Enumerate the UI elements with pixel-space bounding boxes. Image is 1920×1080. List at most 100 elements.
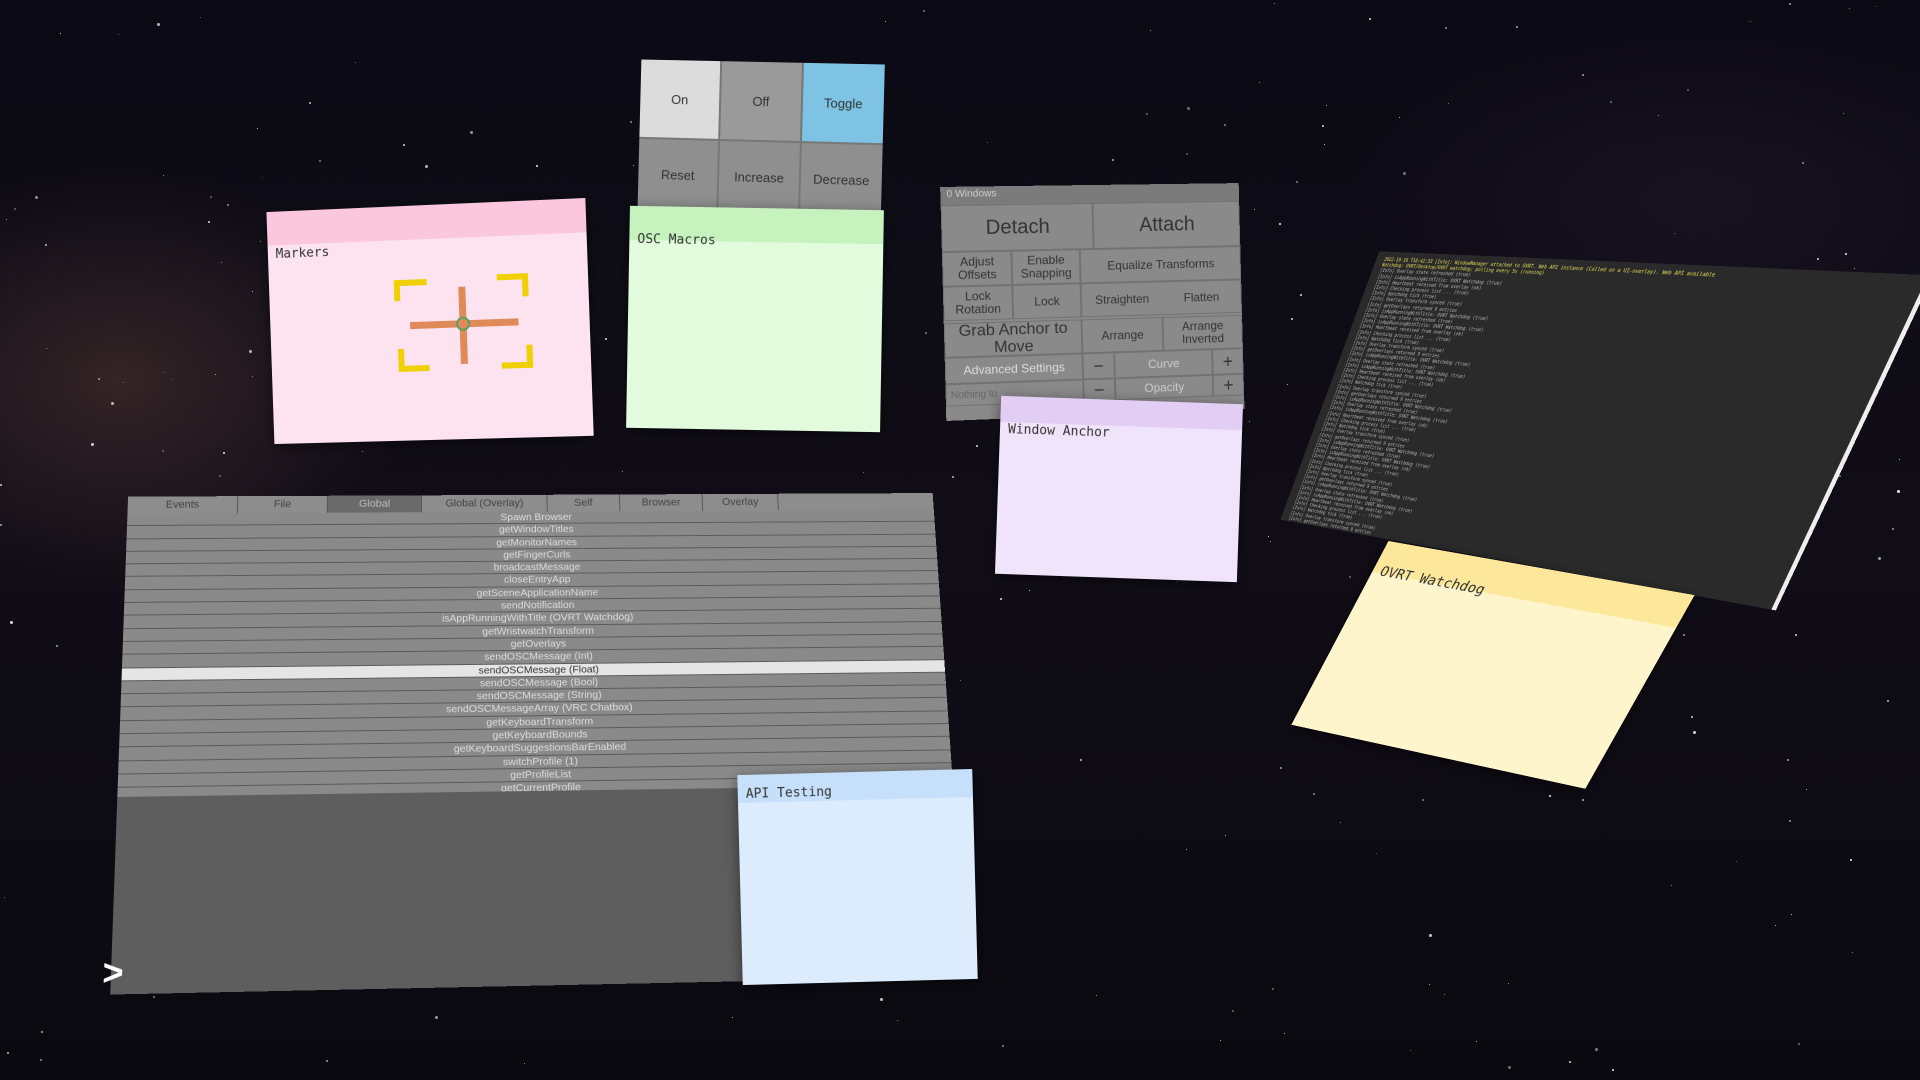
star (0, 523, 3, 526)
star (1687, 89, 1690, 92)
star (1284, 1032, 1286, 1034)
toggle-button[interactable]: Toggle (801, 62, 885, 144)
star (1657, 115, 1659, 117)
star (1429, 983, 1431, 985)
tab-events[interactable]: Events (127, 496, 239, 514)
on-button[interactable]: On (639, 59, 721, 139)
star (1788, 820, 1791, 823)
markers-note[interactable]: Markers (266, 197, 594, 445)
star (1403, 172, 1407, 176)
star (227, 204, 230, 207)
increase-button[interactable]: Increase (718, 140, 800, 214)
star (884, 21, 886, 23)
window-anchor-note[interactable]: Window Anchor (994, 395, 1244, 583)
star (209, 196, 212, 199)
star (1794, 633, 1797, 636)
star (1507, 983, 1509, 985)
star (1186, 153, 1189, 156)
star (56, 645, 59, 648)
star (117, 33, 119, 35)
star (309, 101, 312, 104)
tab-global-overlay[interactable]: Global (Overlay) (421, 494, 548, 513)
off-button[interactable]: Off (720, 61, 802, 142)
star (34, 196, 38, 200)
flatten-button[interactable]: Flatten (1162, 288, 1241, 307)
decrease-button[interactable]: Decrease (800, 143, 883, 216)
star (1507, 1065, 1511, 1069)
star (13, 208, 16, 211)
star (156, 22, 160, 26)
star (1270, 540, 1271, 542)
straighten-button[interactable]: Straighten (1082, 290, 1162, 309)
star (1028, 589, 1030, 591)
star (1892, 527, 1895, 530)
star (1112, 159, 1115, 162)
star (1369, 17, 1372, 20)
star (622, 471, 624, 473)
detach-button[interactable]: Detach (940, 203, 1094, 253)
tab-global[interactable]: Global (327, 495, 423, 513)
star (1788, 2, 1791, 5)
star (1854, 267, 1856, 269)
star (1186, 106, 1190, 110)
expand-arrow-icon[interactable]: > (102, 953, 124, 995)
star (1581, 798, 1584, 801)
equalize-transforms-button[interactable]: Equalize Transforms (1079, 246, 1242, 284)
star (1145, 113, 1148, 116)
star (1749, 20, 1751, 22)
opacity-plus-button[interactable]: + (1212, 373, 1245, 397)
star (1798, 1042, 1801, 1045)
arrange-inverted-button[interactable]: Arrange Inverted (1162, 314, 1243, 351)
star (1313, 792, 1316, 795)
star (252, 290, 254, 292)
star (1690, 715, 1693, 718)
reset-button[interactable]: Reset (637, 138, 719, 211)
star (1444, 26, 1447, 29)
star (1349, 576, 1352, 579)
star (1851, 952, 1853, 954)
api-testing-note[interactable]: API Testing (737, 768, 978, 986)
star (1296, 181, 1299, 184)
star (222, 452, 225, 455)
star (1323, 143, 1325, 145)
lock-button[interactable]: Lock (1012, 283, 1082, 320)
star (1802, 162, 1805, 165)
star (39, 1059, 42, 1062)
star (1443, 993, 1445, 995)
osc-macros-note[interactable]: OSC Macros (626, 205, 884, 433)
star (880, 997, 884, 1001)
curve-minus-button[interactable]: − (1082, 352, 1115, 380)
grab-anchor-button[interactable]: Grab Anchor to Move (943, 319, 1083, 358)
star (1422, 798, 1425, 801)
osc-macros-title[interactable]: OSC Macros (629, 230, 883, 253)
api-function-list: Spawn Browser getWindowTitles getMonitorNa… (117, 509, 954, 802)
star (46, 347, 48, 349)
star (1849, 858, 1852, 861)
osc-macro-buttons: On Off Toggle Reset Increase Decrease (637, 59, 885, 216)
lock-rotation-button[interactable]: Lock Rotation (942, 285, 1014, 322)
star (732, 1016, 734, 1018)
tab-overlay[interactable]: Overlay (702, 493, 779, 511)
tab-self[interactable]: Self (547, 494, 621, 512)
arrange-button[interactable]: Arrange (1081, 317, 1164, 354)
star (1787, 759, 1790, 762)
star (354, 61, 356, 63)
star (403, 144, 406, 147)
star (1326, 105, 1328, 107)
star (1805, 788, 1807, 790)
tab-browser[interactable]: Browser (619, 494, 704, 512)
star (252, 376, 254, 378)
adjust-offsets-button[interactable]: Adjust Offsets (941, 250, 1013, 287)
tab-file[interactable]: File (237, 495, 328, 514)
star (1267, 536, 1269, 538)
enable-snapping-button[interactable]: Enable Snapping (1011, 249, 1081, 286)
star (326, 1059, 329, 1062)
star (523, 1062, 525, 1064)
star (632, 165, 634, 167)
attach-button[interactable]: Attach (1092, 200, 1241, 250)
curve-plus-button[interactable]: + (1212, 348, 1244, 375)
star (59, 32, 61, 34)
star (923, 10, 926, 13)
star (1683, 633, 1686, 636)
star (536, 164, 539, 167)
